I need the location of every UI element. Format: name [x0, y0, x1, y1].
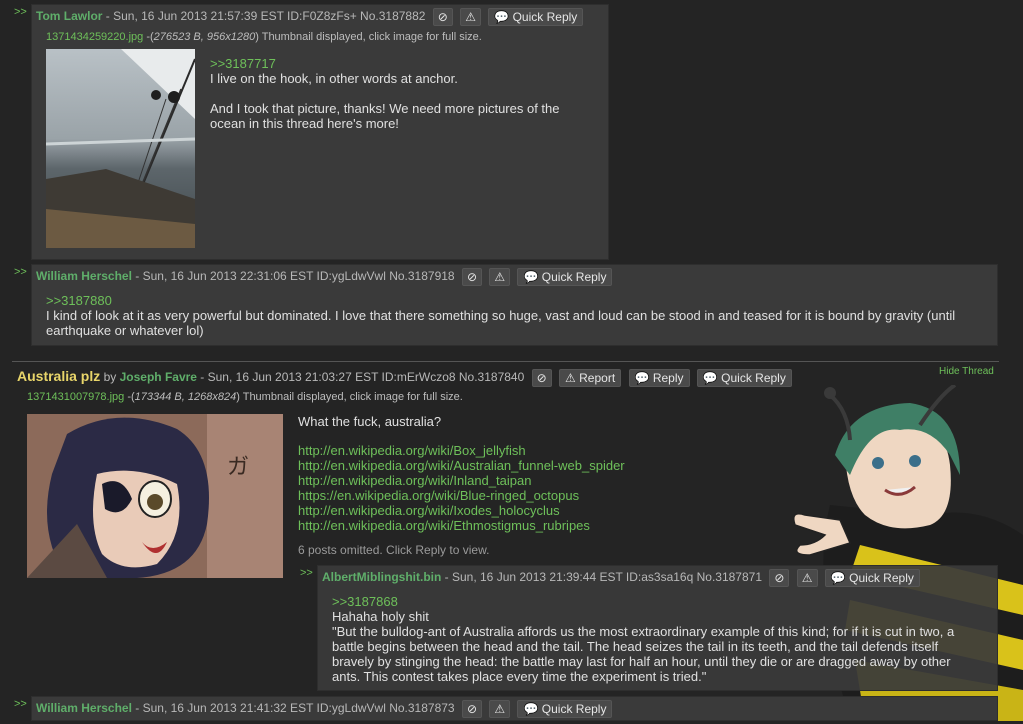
post-header: AlbertMiblingshit.bin - Sun, 16 Jun 2013…	[322, 569, 920, 587]
post-meta: - Sun, 16 Jun 2013 22:31:06 EST ID:ygLdw…	[131, 269, 455, 284]
file-info: 1371434259220.jpg -(276523 B, 956x1280) …	[46, 31, 482, 43]
reply-button[interactable]: 💬 Reply	[628, 368, 690, 387]
file-info: 1371431007978.jpg -(173344 B, 1268x824) …	[27, 391, 463, 403]
post-body: >>3187717 I live on the hook, in other w…	[210, 56, 590, 131]
post-meta: - Sun, 16 Jun 2013 21:41:32 EST ID:ygLdw…	[131, 701, 455, 716]
post-text: And I took that picture, thanks! We need…	[210, 101, 560, 131]
quick-reply-label: Quick Reply	[541, 270, 607, 284]
poster-name[interactable]: Tom Lawlor	[36, 9, 102, 23]
speech-bubble-icon: 💬	[634, 370, 650, 385]
reply-arrows: >>	[14, 6, 27, 18]
speech-bubble-icon: 💬	[830, 571, 846, 585]
file-link[interactable]: 1371434259220.jpg	[46, 31, 143, 43]
by-label: by	[100, 370, 120, 384]
file-size: 276523 B, 956x1280	[153, 31, 256, 43]
quote-link[interactable]: >>3187868	[332, 594, 982, 609]
poster-name[interactable]: William Herschel	[36, 701, 132, 715]
poster-name[interactable]: Joseph Favre	[120, 370, 197, 384]
post-body: >>3187880 I kind of look at it as very p…	[46, 293, 986, 338]
quick-reply-button[interactable]: 💬 Quick Reply	[824, 569, 920, 587]
post-text: "But the bulldog-ant of Australia afford…	[332, 624, 955, 684]
post-text: I live on the hook, in other words at an…	[210, 71, 458, 86]
post-body: What the fuck, australia? http://en.wiki…	[298, 414, 778, 558]
quick-reply-label: Quick Reply	[849, 571, 914, 585]
file-info-suffix: ) Thumbnail displayed, click image for f…	[255, 31, 482, 43]
speech-bubble-icon: 💬	[702, 370, 718, 385]
quick-reply-button[interactable]: 💬 Quick Reply	[517, 700, 613, 718]
warning-icon: ⚠	[565, 370, 576, 385]
quote-link[interactable]: >>3187880	[46, 293, 986, 308]
hide-icon[interactable]: ⊘	[461, 268, 483, 286]
quote-link[interactable]: >>3187717	[210, 56, 590, 71]
poster-name[interactable]: AlbertMiblingshit.bin	[322, 570, 441, 584]
quick-reply-label: Quick Reply	[541, 702, 607, 716]
file-size: 173344 B, 1268x824	[134, 391, 237, 403]
op-header: Australia plz by Joseph Favre - Sun, 16 …	[17, 368, 792, 387]
wiki-link[interactable]: http://en.wikipedia.org/wiki/Australian_…	[298, 458, 778, 473]
quick-reply-label: Quick Reply	[721, 370, 786, 385]
hide-icon[interactable]: ⊘	[461, 700, 483, 718]
quick-reply-button[interactable]: 💬 Quick Reply	[517, 268, 613, 286]
reply-arrows: >>	[14, 698, 27, 710]
quick-reply-button[interactable]: 💬 Quick Reply	[488, 8, 584, 26]
post-body: >>3187868 Hahaha holy shit "But the bull…	[332, 594, 982, 684]
speech-bubble-icon: 💬	[523, 702, 539, 716]
hide-icon[interactable]: ⊘	[769, 569, 790, 587]
post-image[interactable]	[46, 49, 195, 248]
post-meta: - Sun, 16 Jun 2013 21:03:27 EST ID:mErWc…	[196, 370, 525, 384]
poster-name[interactable]: William Herschel	[36, 269, 132, 283]
report-label: Report	[579, 370, 616, 385]
report-button[interactable]: ⚠ Report	[559, 368, 622, 387]
wiki-link[interactable]: https://en.wikipedia.org/wiki/Blue-ringe…	[298, 488, 778, 503]
post-text: Hahaha holy shit	[332, 609, 429, 624]
reply-arrows: >>	[14, 266, 27, 278]
omitted-notice: 6 posts omitted. Click Reply to view.	[298, 543, 490, 557]
wiki-link[interactable]: http://en.wikipedia.org/wiki/Inland_taip…	[298, 473, 778, 488]
warning-icon[interactable]: ⚠	[460, 8, 481, 26]
speech-bubble-icon: 💬	[494, 10, 510, 24]
reply-arrows: >>	[300, 567, 313, 579]
warning-icon[interactable]: ⚠	[796, 569, 818, 587]
link-list: http://en.wikipedia.org/wiki/Box_jellyfi…	[298, 443, 778, 533]
hide-icon[interactable]: ⊘	[432, 8, 453, 26]
svg-text:ガ: ガ	[227, 455, 249, 480]
reply-label: Reply	[652, 370, 684, 385]
hide-thread-link[interactable]: Hide Thread	[939, 366, 994, 377]
hide-icon[interactable]: ⊘	[531, 368, 552, 387]
thread-subject: Australia plz	[17, 368, 101, 384]
post-text: What the fuck, australia?	[298, 414, 442, 429]
post-text: I kind of look at it as very powerful bu…	[46, 308, 956, 338]
wiki-link[interactable]: http://en.wikipedia.org/wiki/Ixodes_holo…	[298, 503, 778, 518]
thread-separator	[12, 361, 999, 362]
post-header: William Herschel - Sun, 16 Jun 2013 22:3…	[36, 268, 613, 286]
warning-icon[interactable]: ⚠	[489, 700, 511, 718]
file-info-suffix: ) Thumbnail displayed, click image for f…	[236, 391, 463, 403]
file-link[interactable]: 1371431007978.jpg	[27, 391, 124, 403]
quick-reply-label: Quick Reply	[512, 10, 578, 24]
post-meta: - Sun, 16 Jun 2013 21:39:44 EST ID:as3sa…	[441, 570, 763, 585]
wiki-link[interactable]: http://en.wikipedia.org/wiki/Box_jellyfi…	[298, 443, 778, 458]
speech-bubble-icon: 💬	[523, 270, 539, 284]
post-meta: - Sun, 16 Jun 2013 21:57:39 EST ID:F0Z8z…	[102, 9, 426, 24]
post-header: Tom Lawlor - Sun, 16 Jun 2013 21:57:39 E…	[36, 8, 584, 26]
quick-reply-button[interactable]: 💬 Quick Reply	[696, 368, 792, 387]
post-header: William Herschel - Sun, 16 Jun 2013 21:4…	[36, 700, 613, 718]
post-image[interactable]: ガ	[27, 414, 283, 578]
warning-icon[interactable]: ⚠	[489, 268, 511, 286]
wiki-link[interactable]: http://en.wikipedia.org/wiki/Ethmostigmu…	[298, 518, 778, 533]
